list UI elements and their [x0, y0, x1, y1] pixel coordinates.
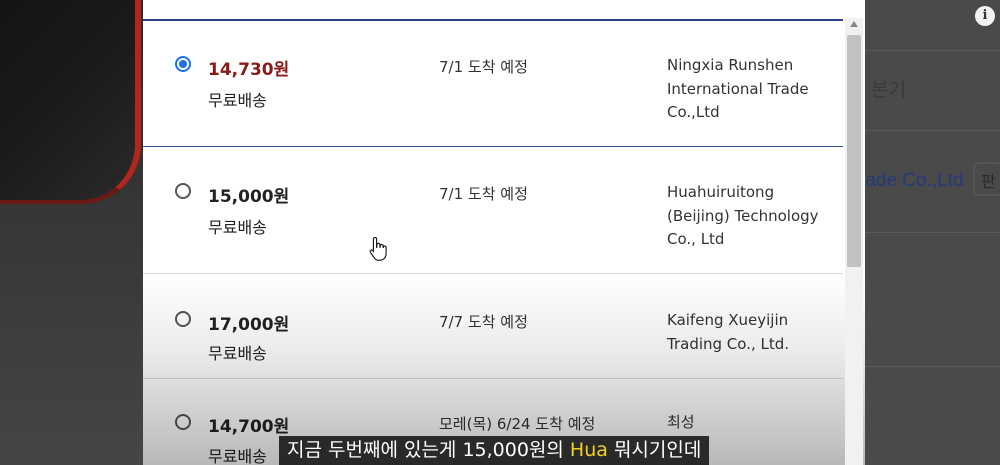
option-eta: 모레(목) 6/24 도착 예정 — [439, 415, 596, 433]
option-shipping: 무료배송 — [208, 447, 267, 465]
option-shipping: 무료배송 — [208, 91, 267, 110]
option-eta: 7/7 도착 예정 — [439, 313, 528, 331]
seller-line: Co.,Ltd — [667, 103, 720, 121]
option-shipping: 무료배송 — [208, 218, 267, 237]
option-radio[interactable] — [175, 56, 191, 72]
option-price: 14,730원 — [208, 60, 290, 80]
seller-line: Co., Ltd — [667, 230, 725, 248]
bg-divider — [863, 50, 1000, 51]
modal-scrollbar[interactable] — [845, 18, 863, 465]
subtitle-text: 지금 두번째에 있는게 15,000원의 — [287, 439, 570, 461]
seller-option-row[interactable]: 15,000원 무료배송 7/1 도착 예정 Huahuiruitong (Be… — [143, 147, 843, 274]
background-page-right: 본기 rade Co.,Ltd 판 — [859, 0, 1000, 465]
info-icon[interactable]: i — [975, 6, 995, 26]
product-photo-edge — [0, 0, 141, 204]
seller-line: Ningxia Runshen — [667, 56, 794, 74]
subtitle-highlight: Hua — [569, 439, 608, 461]
option-seller: Ningxia Runshen International Trade Co.,… — [667, 54, 847, 125]
seller-options-modal: 14,730원 무료배송 7/1 도착 예정 Ningxia Runshen I… — [143, 0, 865, 465]
seller-line: Huahuiruitong — [667, 183, 775, 201]
option-price: 17,000원 — [208, 315, 290, 335]
seller-option-row[interactable]: 17,000원 무료배송 7/7 도착 예정 Kaifeng Xueyijin … — [143, 274, 843, 379]
bg-badge: 판 — [973, 162, 1000, 196]
option-seller: 최성 — [667, 411, 847, 435]
seller-line: Trading Co., Ltd. — [667, 334, 790, 353]
option-price: 15,000원 — [208, 187, 290, 207]
option-seller: Kaifeng Xueyijin Trading Co., Ltd. — [667, 309, 847, 356]
subtitle-text-end: 뭐시기인데 — [607, 439, 702, 461]
option-price: 14,700원 — [208, 417, 290, 437]
video-subtitle: 지금 두번째에 있는게 15,000원의 Hua 뭐시기인데 — [279, 436, 710, 465]
bg-seller-name-partial: rade Co.,Ltd — [859, 170, 964, 191]
option-eta: 7/1 도착 예정 — [439, 58, 528, 76]
seller-line: 최성 — [667, 413, 695, 431]
bg-divider — [863, 366, 1000, 367]
hand-pointer-cursor-icon — [369, 236, 387, 261]
seller-option-row[interactable]: 14,730원 무료배송 7/1 도착 예정 Ningxia Runshen I… — [143, 21, 843, 147]
background-product-image — [0, 0, 143, 465]
bg-text-partial: 본기 — [871, 80, 906, 101]
option-radio[interactable] — [175, 311, 191, 327]
seller-line: (Beijing) Technology — [667, 206, 819, 225]
bg-divider — [863, 232, 1000, 233]
option-eta: 7/1 도착 예정 — [439, 185, 528, 203]
option-radio[interactable] — [175, 414, 191, 430]
seller-line: Kaifeng Xueyijin — [667, 311, 789, 329]
bg-divider — [863, 130, 1000, 131]
scroll-up-arrow-icon[interactable] — [850, 21, 858, 27]
scrollbar-thumb[interactable] — [847, 35, 861, 267]
option-seller: Huahuiruitong (Beijing) Technology Co., … — [667, 181, 847, 252]
option-radio[interactable] — [175, 183, 191, 199]
option-shipping: 무료배송 — [208, 344, 267, 363]
seller-line: International Trade — [667, 79, 809, 98]
